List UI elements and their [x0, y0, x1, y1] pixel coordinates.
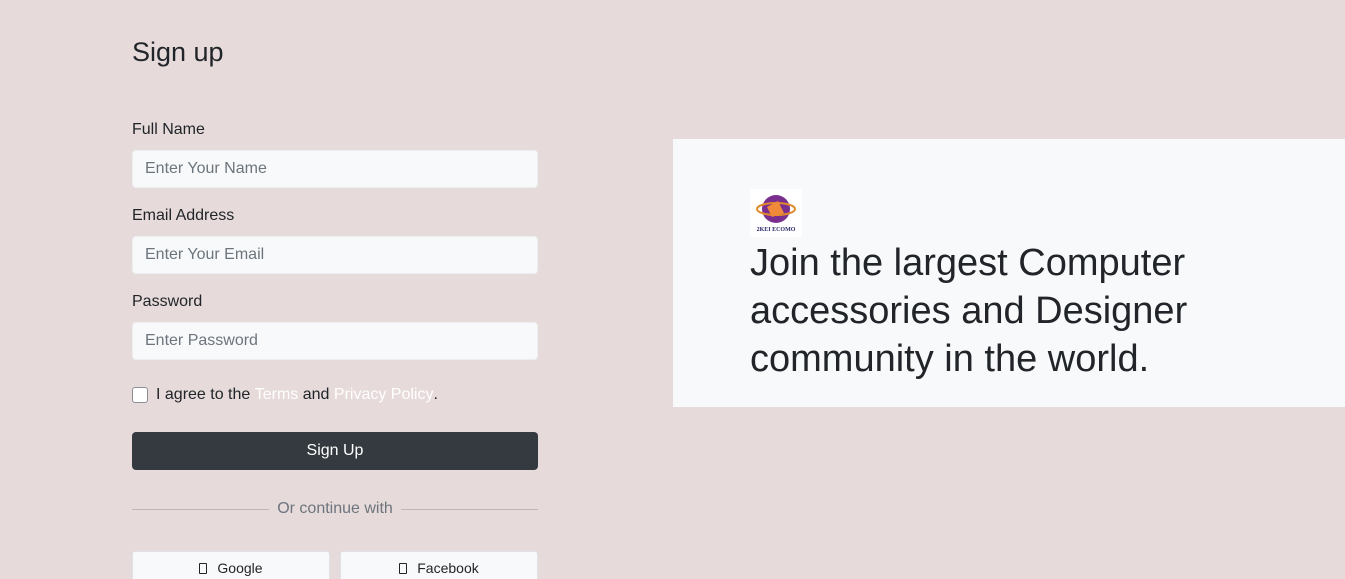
brand-logo: 2KEI ECOMO	[750, 189, 802, 237]
email-input[interactable]	[132, 236, 538, 274]
terms-agreement: I agree to the Terms and Privacy Policy …	[132, 385, 438, 405]
agree-prefix-text: I agree to the	[156, 386, 255, 403]
svg-text:2KEI ECOMO: 2KEI ECOMO	[757, 227, 796, 233]
facebook-button[interactable]: Facebook	[340, 551, 538, 579]
google-button-label: Google	[217, 560, 263, 576]
password-input[interactable]	[132, 322, 538, 360]
promo-panel: 2KEI ECOMO Join the largest Computer acc…	[673, 139, 1345, 407]
divider-line-right	[400, 508, 539, 510]
google-button[interactable]: Google	[132, 551, 330, 579]
agree-suffix-text: .	[433, 386, 438, 403]
facebook-button-label: Facebook	[417, 560, 479, 576]
divider-line-left	[132, 508, 270, 510]
terms-link[interactable]: Terms	[255, 386, 299, 404]
terms-checkbox[interactable]	[132, 387, 148, 403]
facebook-icon	[399, 562, 408, 574]
agree-middle-text: and	[298, 386, 334, 403]
email-label: Email Address	[132, 207, 235, 224]
promo-headline: Join the largest Computer accessories an…	[750, 242, 1188, 380]
google-icon	[199, 562, 208, 574]
page-title: Sign up	[132, 37, 224, 67]
password-label: Password	[132, 293, 203, 310]
signup-page: Sign up Full Name Email Address Password…	[0, 0, 1345, 579]
divider-text: Or continue with	[277, 500, 393, 517]
full-name-input[interactable]	[132, 150, 538, 188]
full-name-label: Full Name	[132, 121, 205, 138]
continue-divider: Or continue with	[132, 499, 539, 519]
sign-up-button[interactable]: Sign Up	[132, 432, 538, 470]
privacy-policy-link[interactable]: Privacy Policy	[334, 386, 434, 404]
